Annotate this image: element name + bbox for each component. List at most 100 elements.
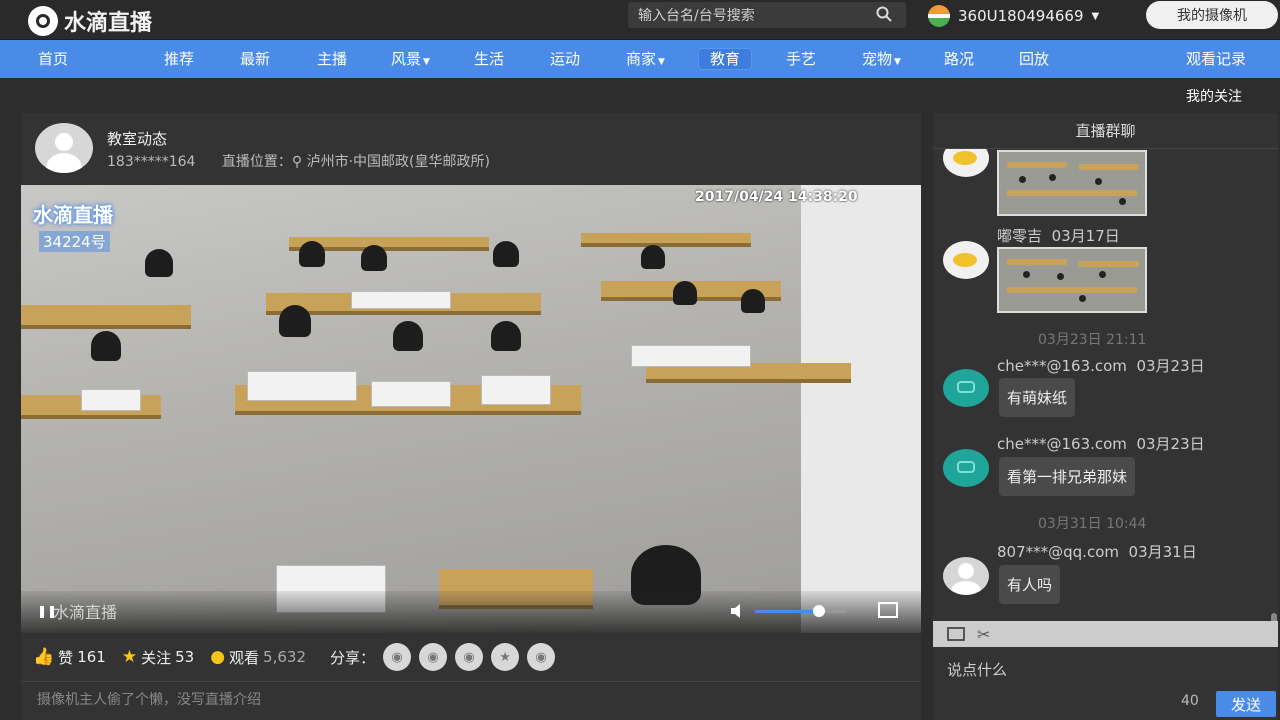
follow-button[interactable]: ★ 关注 53	[122, 647, 194, 668]
follow-count: 53	[175, 648, 195, 666]
chat-image[interactable]	[997, 247, 1147, 313]
chat-bubble: 有萌妹纸	[999, 378, 1076, 417]
nav-item-traffic[interactable]: 路况	[944, 48, 974, 70]
nav-item-business[interactable]: 商家 ▼	[626, 48, 665, 70]
message-date: 03月31日	[1128, 543, 1197, 561]
volume-knob[interactable]	[813, 605, 826, 617]
my-follow-link[interactable]: 我的关注	[1186, 86, 1242, 106]
student	[741, 289, 765, 313]
nav-item-anchor[interactable]: 主播	[317, 48, 347, 70]
volume-icon[interactable]	[731, 604, 747, 618]
caret-down-icon: ▼	[658, 57, 665, 67]
nav-label: 手艺	[786, 50, 817, 68]
controls-watermark: 水滴直播	[53, 603, 118, 622]
logo-icon	[28, 6, 58, 36]
chat-scrollbar[interactable]	[1271, 613, 1277, 621]
nav-item-recommend[interactable]: 推荐	[164, 48, 194, 70]
char-counter: 40	[1181, 693, 1199, 709]
room-title: 教室动态	[107, 130, 168, 148]
book	[351, 291, 451, 309]
share-label: 分享：	[330, 648, 376, 667]
sender-name: 嘟零吉	[997, 227, 1043, 245]
weibo-share-icon[interactable]: ◉	[419, 643, 448, 671]
chat-bubble: 看第一排兄弟那妹	[999, 457, 1136, 496]
chat-input[interactable]: 说点什么	[947, 659, 1007, 680]
room-location: 直播位置：⚲ 泸州市·中国邮政(皇华邮政所)	[221, 154, 490, 170]
like-button[interactable]: 👍 赞 161	[33, 647, 106, 668]
nav-item-scenery[interactable]: 风景 ▼	[391, 48, 430, 70]
wechat-share-icon[interactable]: ◉	[383, 643, 412, 671]
desk	[581, 233, 751, 247]
nav-label: 宠物	[862, 50, 893, 68]
message-date: 03月23日	[1136, 435, 1205, 453]
volume-slider[interactable]	[755, 605, 847, 617]
chat-bubble: 有人吗	[999, 565, 1061, 604]
student	[279, 305, 311, 337]
student	[491, 321, 521, 351]
student	[393, 321, 423, 351]
video-player[interactable]: 水滴直播 34224号 2017/04/24 14:38:20 ❚❚ 水滴直播	[21, 185, 921, 633]
classroom-wall	[801, 185, 921, 633]
chat-messages[interactable]: 嘟零吉 03月17日 03月23日 21:11 che***@163.com 0…	[933, 149, 1278, 621]
views-label: 观看	[229, 648, 260, 667]
nav-label: 回放	[1019, 50, 1050, 68]
live-room-panel: 教室动态 183*****164 直播位置：⚲ 泸州市·中国邮政(皇华邮政所)	[21, 113, 921, 720]
chat-avatar[interactable]	[943, 149, 989, 177]
image-icon[interactable]	[947, 627, 965, 641]
nav-label: 商家	[626, 50, 657, 68]
nav-item-sports[interactable]: 运动	[550, 48, 580, 70]
search-icon[interactable]	[876, 6, 892, 22]
fullscreen-icon[interactable]	[878, 602, 898, 618]
chat-avatar[interactable]	[943, 557, 989, 595]
chat-avatar[interactable]	[943, 241, 989, 279]
qzone-share-icon[interactable]: ★	[491, 643, 520, 671]
nav-label: 风景	[391, 50, 422, 68]
nav-item-pets[interactable]: 宠物 ▼	[862, 48, 901, 70]
chat-panel: 直播群聊 嘟零吉 03月17日 03月23日 21:11 che***@163.…	[933, 113, 1278, 720]
student	[91, 331, 121, 361]
nav-item-education[interactable]: 教育	[698, 48, 753, 70]
chat-image[interactable]	[997, 150, 1147, 216]
book	[631, 345, 751, 367]
brand-logo[interactable]: 水滴直播	[28, 5, 152, 37]
my-camera-button[interactable]: 我的摄像机	[1146, 1, 1278, 29]
scissors-icon[interactable]: ✂	[977, 625, 990, 644]
nav-item-replay[interactable]: 回放	[1019, 48, 1049, 70]
nav-item-life[interactable]: 生活	[474, 48, 504, 70]
star-icon: ★	[121, 647, 138, 667]
chat-sender: che***@163.com 03月23日	[997, 433, 1205, 454]
owner-id: 183*****164	[107, 154, 196, 170]
video-controls: ❚❚ 水滴直播	[21, 591, 921, 633]
nav-label: 路况	[944, 50, 975, 68]
owner-avatar[interactable]	[35, 123, 93, 173]
desk	[21, 305, 191, 329]
likes-count: 161	[77, 648, 106, 666]
user-menu[interactable]: 360U180494669 ▼	[928, 5, 1099, 27]
student	[641, 245, 665, 269]
room-meta: 183*****164 直播位置：⚲ 泸州市·中国邮政(皇华邮政所)	[107, 151, 490, 171]
qq-share-icon[interactable]: ◉	[455, 643, 484, 671]
views-count: 5,632	[263, 648, 306, 666]
top-bar: 水滴直播 输入台名/台号搜索 360U180494669 ▼ 我的摄像机	[0, 0, 1280, 40]
nav-label: 推荐	[164, 50, 195, 68]
nav-item-latest[interactable]: 最新	[240, 48, 270, 70]
chevron-down-icon: ▼	[1091, 10, 1100, 22]
tencent-weibo-share-icon[interactable]: ◉	[527, 643, 556, 671]
brand-name: 水滴直播	[64, 11, 153, 36]
watch-history-link[interactable]: 观看记录	[1186, 48, 1246, 70]
nav-item-home[interactable]: 首页	[38, 48, 68, 70]
volume-fill	[755, 610, 820, 613]
chat-avatar[interactable]	[943, 449, 989, 487]
stream-number: 34224号	[39, 231, 110, 252]
send-button[interactable]: 发送	[1216, 691, 1276, 717]
search-input[interactable]: 输入台名/台号搜索	[628, 2, 906, 28]
caret-down-icon: ▼	[894, 57, 901, 67]
nav-item-crafts[interactable]: 手艺	[786, 48, 816, 70]
video-timestamp: 2017/04/24 14:38:20	[695, 189, 858, 205]
search-placeholder: 输入台名/台号搜索	[638, 8, 755, 24]
sender-name: che***@163.com	[997, 435, 1127, 453]
chat-avatar[interactable]	[943, 369, 989, 407]
student	[493, 241, 519, 267]
chat-toolbar: ✂	[933, 621, 1278, 647]
message-date: 03月23日	[1136, 357, 1205, 375]
